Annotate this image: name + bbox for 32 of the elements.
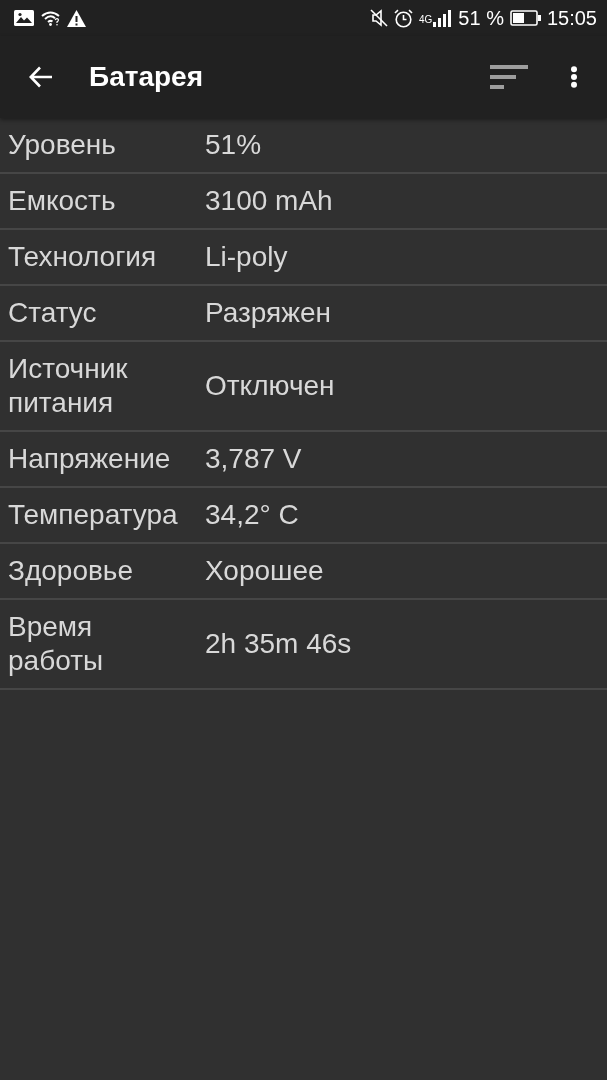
warning-icon — [67, 9, 86, 27]
property-value: 3100 mAh — [205, 184, 333, 218]
muted-speaker-icon — [370, 9, 388, 27]
property-label: Источник питания — [8, 352, 129, 420]
back-arrow-icon — [29, 66, 53, 88]
network-type: 4G — [419, 13, 433, 25]
image-icon — [14, 10, 34, 26]
property-value: 2h 35m 46s — [205, 627, 352, 661]
property-label: Статус — [8, 296, 97, 330]
property-value: Отключен — [205, 369, 335, 403]
clock-time: 15:05 — [546, 6, 597, 30]
property-label: Здоровье — [8, 554, 133, 588]
property-value: 3,787 V — [205, 442, 302, 476]
property-label: Напряжение — [8, 442, 171, 476]
screen-title: Батарея — [89, 61, 203, 93]
more-vertical-icon — [570, 66, 578, 88]
battery-percent: 51 % — [458, 6, 504, 30]
sort-icon — [490, 65, 528, 89]
property-label: Время работы — [8, 610, 105, 678]
battery-icon — [509, 10, 541, 26]
property-label: Температура — [8, 498, 178, 532]
property-label: Емкость — [8, 184, 116, 218]
alarm-clock-icon — [394, 8, 413, 28]
wifi-icon — [41, 10, 60, 26]
property-label: Технология — [8, 240, 157, 274]
property-value: 51% — [205, 128, 262, 162]
property-value: Хорошее — [205, 554, 324, 588]
property-value: 34,2° C — [205, 498, 299, 532]
property-label: Уровень — [8, 128, 116, 162]
property-value: Разряжен — [205, 296, 332, 330]
signal-icon — [433, 9, 453, 27]
property-value: Li-poly — [205, 240, 288, 274]
